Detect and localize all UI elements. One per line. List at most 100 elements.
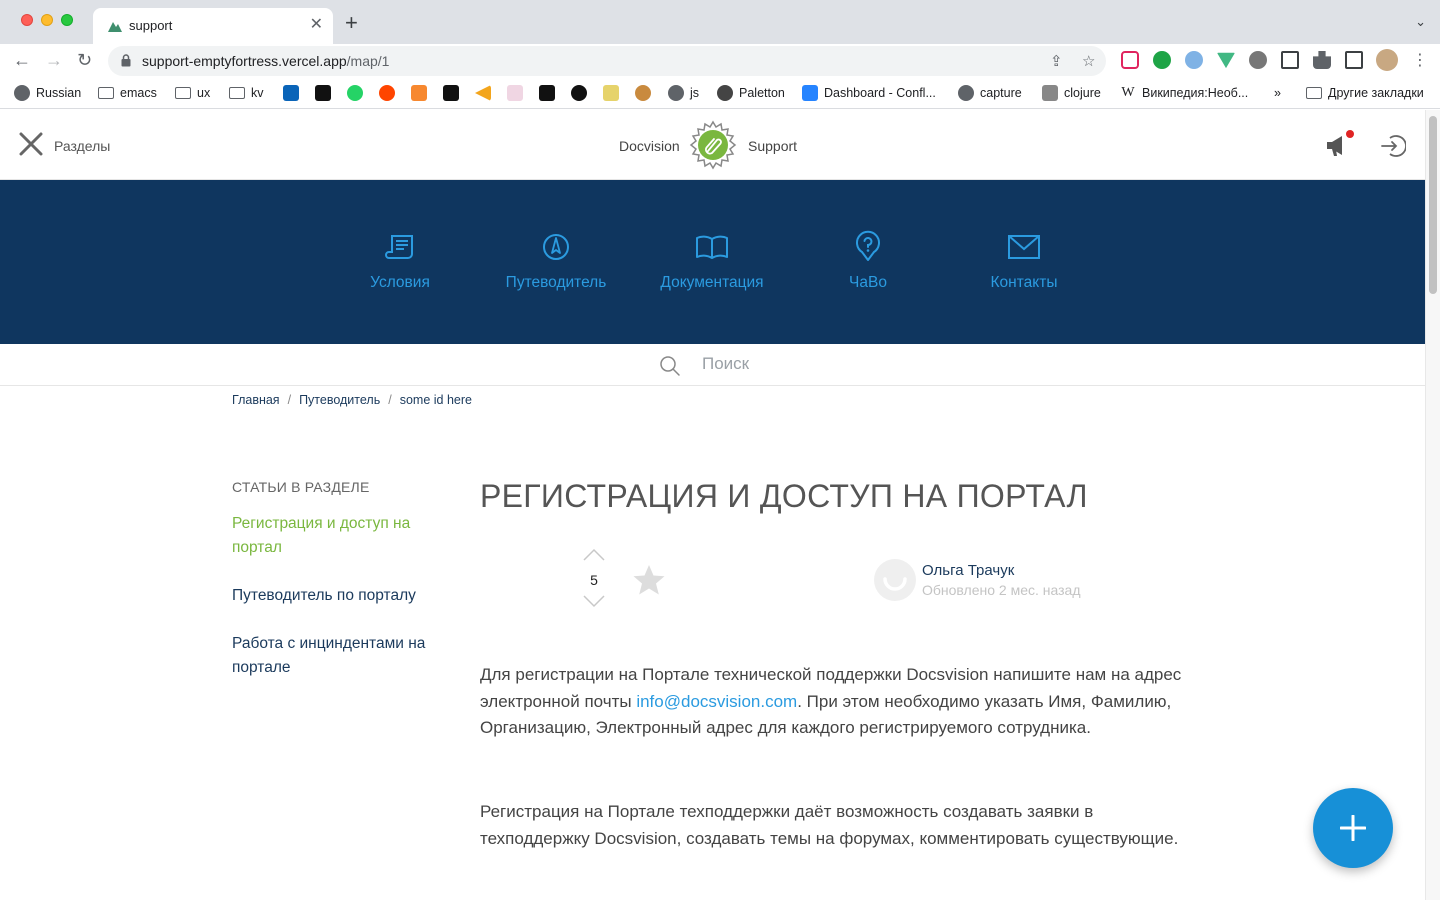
close-icon[interactable] [19,132,43,156]
window-close-button[interactable] [21,14,33,26]
orange-bookmark-icon[interactable] [411,85,427,101]
login-icon[interactable] [1380,134,1406,158]
address-bar[interactable]: support-emptyfortress.vercel.app/map/1 ⇪… [108,46,1106,76]
bookmark-folder-ux[interactable]: ux [175,84,210,102]
article-paragraph: Регистрация на Портале техподдержки даёт… [480,802,1179,848]
bookmark-label: clojure [1064,86,1101,100]
question-icon [856,230,880,261]
globe-icon [958,85,974,101]
bookmark-confluence[interactable]: Dashboard - Confl... [802,84,936,102]
c-bookmark-icon[interactable] [315,85,331,101]
bookmark-russian[interactable]: Russian [14,84,81,102]
scrollbar-thumb[interactable] [1429,116,1437,294]
favorite-star-icon[interactable] [632,563,666,597]
breadcrumb-separator: / [287,393,292,407]
share-bookmark-icon[interactable] [475,85,491,101]
nav-item-guide[interactable]: Путеводитель [476,230,636,292]
page-scrollbar[interactable] [1425,110,1440,900]
bookmarks-overflow-chevron[interactable]: » [1274,84,1281,102]
url-host: support-emptyfortress.vercel.app [142,53,347,69]
pocket-extension-icon[interactable] [1121,51,1139,69]
browser-menu-icon[interactable]: ⋮ [1412,49,1428,73]
dark-reader-extension-icon[interactable] [1185,51,1203,69]
folder-icon [1306,87,1322,99]
nav-item-contacts[interactable]: Контакты [944,230,1104,292]
whatsapp-bookmark-icon[interactable] [347,85,363,101]
bookmark-folder-emacs[interactable]: emacs [98,84,157,102]
bookmark-star-icon[interactable]: ☆ [1082,52,1095,70]
article-title: РЕГИСТРАЦИЯ И ДОСТУП НА ПОРТАЛ [480,478,1088,514]
globe-icon [14,85,30,101]
browser-tab[interactable]: support ✕ [93,8,333,44]
author-name[interactable]: Ольга Трачук [922,562,1014,579]
new-tab-icon[interactable]: + [345,12,358,34]
nav-label: Контакты [990,274,1058,291]
bookmark-js[interactable]: js [668,84,699,102]
reddit-bookmark-icon[interactable] [379,85,395,101]
grammarly-extension-icon[interactable] [1153,51,1171,69]
sidebar-item-portal-guide[interactable]: Путеводитель по порталу [232,584,452,608]
bookmark-label: ux [197,86,211,100]
outlook-bookmark-icon[interactable] [283,85,299,101]
back-arrow-icon[interactable]: ← [13,48,31,72]
bookmark-clojure[interactable]: clojure [1042,84,1101,102]
nav-item-documentation[interactable]: Документация [632,230,792,292]
breadcrumb-guide[interactable]: Путеводитель [299,393,380,407]
vote-count: 5 [590,572,598,588]
window-zoom-button[interactable] [61,14,73,26]
breadcrumb-current[interactable]: some id here [400,393,472,407]
gear-logo-icon[interactable] [688,120,738,170]
screenshot-extension-icon[interactable] [1281,51,1299,69]
bookmark-label: Другие закладки [1328,86,1424,100]
bookmark-folder-kv[interactable]: kv [229,84,264,102]
bookmark-label: Paletton [739,86,785,100]
add-button[interactable] [1313,788,1393,868]
forward-arrow-icon[interactable]: → [45,48,63,72]
side-panel-icon[interactable] [1345,51,1363,69]
extensions-puzzle-icon[interactable] [1313,51,1331,69]
window-minimize-button[interactable] [41,14,53,26]
tab-search-chevron-icon[interactable]: ⌄ [1415,14,1426,30]
share-icon[interactable]: ⇪ [1050,52,1063,70]
profile-avatar[interactable] [1376,49,1398,71]
nav-item-conditions[interactable]: Условия [320,230,480,292]
nav-label: Условия [370,274,430,291]
lock-icon [121,54,131,67]
bookmark-paletton[interactable]: Paletton [717,84,785,102]
breadcrumb: Главная / Путеводитель / some id here [232,393,472,407]
reload-icon[interactable]: ↻ [77,48,92,72]
terminal-bookmark-icon[interactable] [443,85,459,101]
compass-icon [543,234,569,260]
yii-bookmark-icon[interactable] [507,85,523,101]
sidebar-item-registration[interactable]: Регистрация и доступ на портал [232,512,452,560]
dog-bookmark-icon[interactable] [635,85,651,101]
megaphone-icon[interactable] [1324,130,1354,158]
striped-bookmark-icon[interactable] [603,85,619,101]
vercel-favicon-icon [108,22,122,32]
m-bookmark-icon[interactable] [539,85,555,101]
tab-close-icon[interactable]: ✕ [310,16,323,34]
search-bar [0,344,1425,386]
bookmarks-bar: Russian emacs ux kv js Paletton Dashboar… [0,77,1440,109]
downvote-chevron-icon[interactable] [582,594,606,608]
bookmark-other[interactable]: Другие закладки [1306,84,1424,102]
vue-devtools-extension-icon[interactable] [1217,52,1235,69]
nav-item-faq[interactable]: ЧаВо [788,230,948,292]
upvote-chevron-icon[interactable] [582,548,606,562]
article-paragraph: Для регистрации на Портале технической п… [480,662,1200,742]
browser-titlebar: support ✕ + ⌄ [0,0,1440,44]
bookmark-label: Russian [36,86,82,100]
sections-menu-label[interactable]: Разделы [54,138,110,154]
sidebar-item-incidents[interactable]: Работа с инциндентами на портале [232,632,452,680]
bookmark-wikipedia[interactable]: W Википедия:Необ... [1120,84,1248,102]
bookmark-capture[interactable]: capture [958,84,1022,102]
globe-icon [668,85,684,101]
search-input[interactable] [702,354,902,374]
extension-icon[interactable] [1249,51,1267,69]
search-icon[interactable] [659,355,681,377]
breadcrumb-home[interactable]: Главная [232,393,280,407]
dots-bookmark-icon[interactable] [571,85,587,101]
url-path: /map/1 [346,53,390,69]
site-header: Разделы Docvision Support [0,110,1425,180]
email-link[interactable]: info@docsvision.com [636,692,797,711]
